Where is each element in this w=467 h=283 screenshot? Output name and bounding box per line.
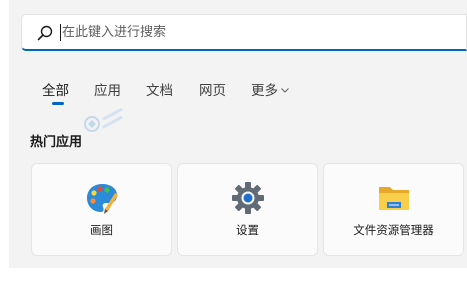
tab-more[interactable]: 更多 <box>251 79 289 99</box>
tab-web[interactable]: 网页 <box>199 79 226 99</box>
folder-icon <box>378 187 409 210</box>
tab-apps[interactable]: 应用 <box>94 79 121 99</box>
text-caret <box>60 24 61 41</box>
watermark-logo <box>84 108 123 132</box>
app-card-file-explorer[interactable]: 文件资源管理器 <box>323 163 464 256</box>
search-box[interactable]: 在此键入进行搜索 <box>21 14 467 51</box>
gear-icon <box>231 182 264 214</box>
app-card-settings[interactable]: 设置 <box>177 163 318 256</box>
tab-more-label: 更多 <box>251 83 278 99</box>
paint-palette-icon <box>86 184 118 214</box>
search-input[interactable]: 在此键入进行搜索 <box>62 15 166 50</box>
app-label-settings: 设置 <box>236 223 259 237</box>
active-tab-indicator <box>52 102 64 105</box>
app-label-paint: 画图 <box>90 223 113 237</box>
tab-documents[interactable]: 文档 <box>146 79 173 99</box>
section-title: 热门应用 <box>30 135 83 150</box>
chevron-down-icon <box>281 88 289 93</box>
app-card-paint[interactable]: 画图 <box>31 163 172 256</box>
tab-all[interactable]: 全部 <box>42 79 69 99</box>
search-icon <box>37 25 53 41</box>
app-label-file-explorer: 文件资源管理器 <box>353 223 434 237</box>
